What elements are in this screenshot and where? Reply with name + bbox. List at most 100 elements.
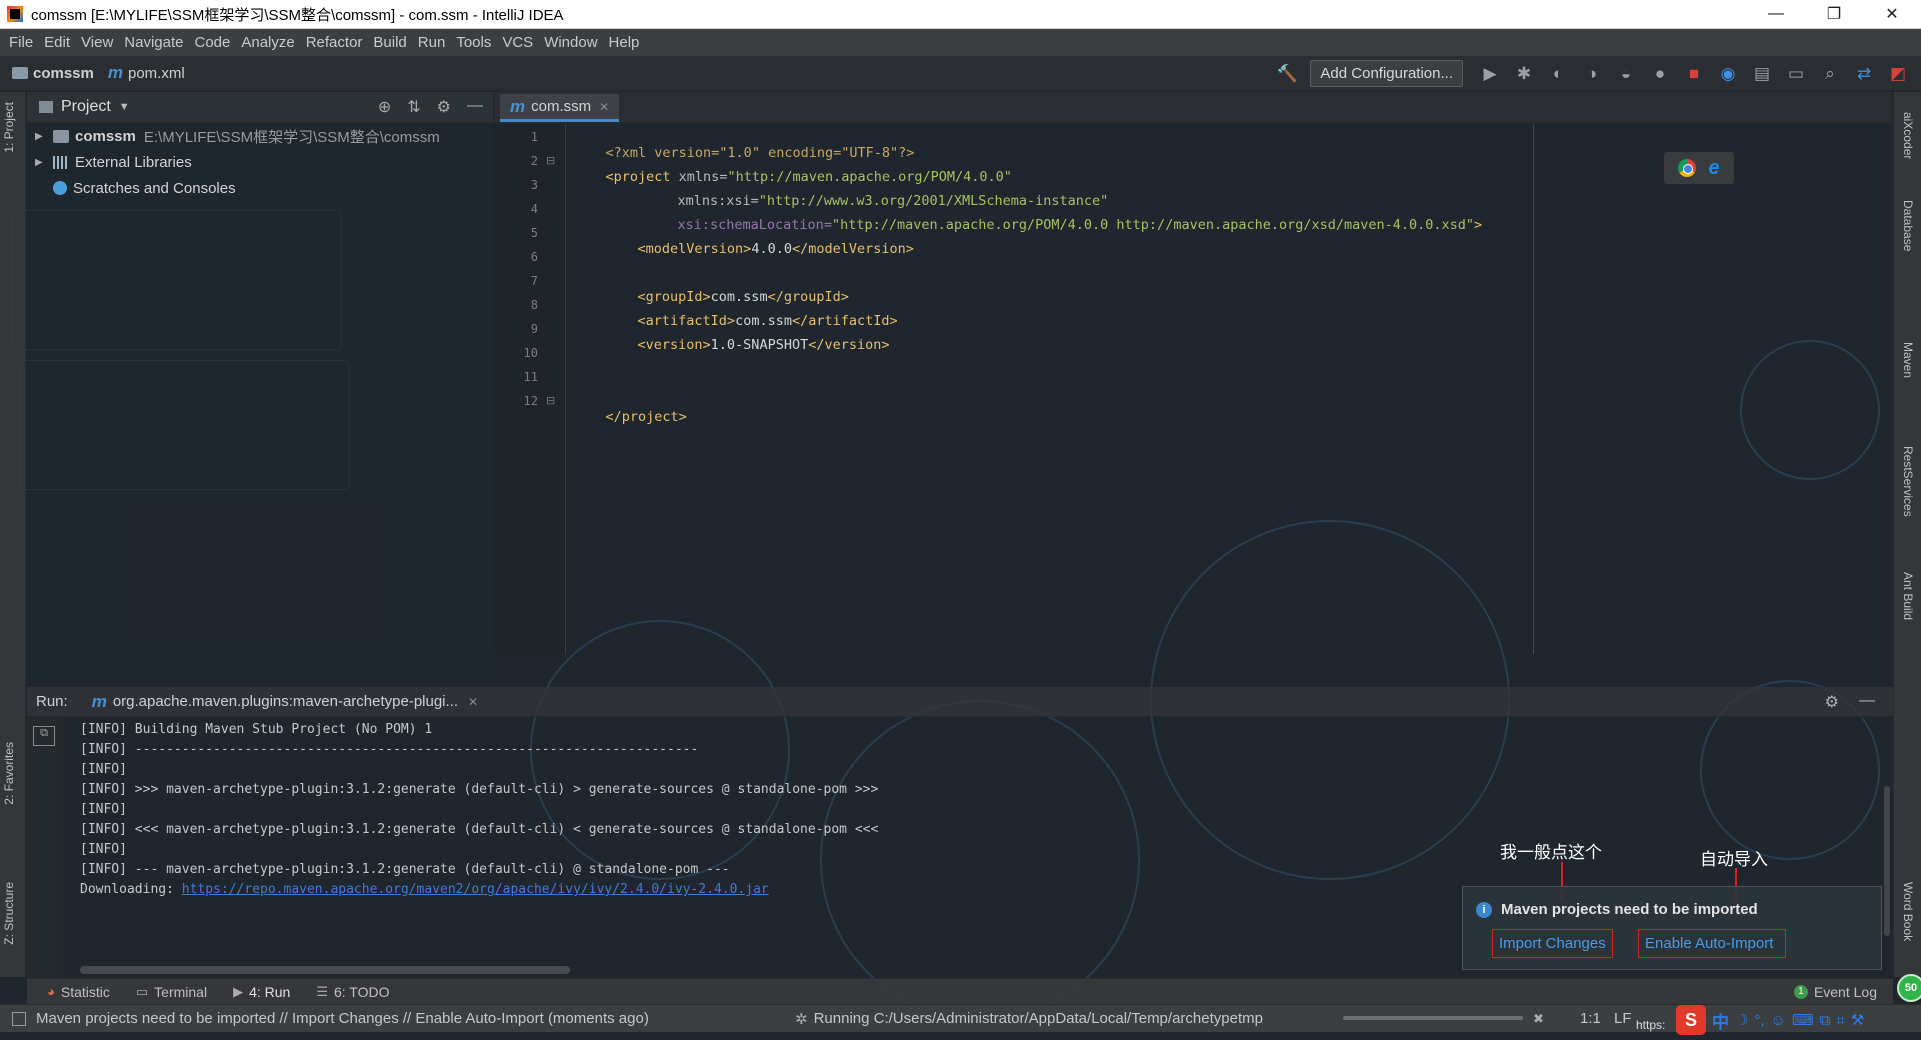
enable-auto-import-link[interactable]: Enable Auto-Import <box>1638 929 1787 958</box>
caret-position[interactable]: 1:1 <box>1580 1010 1601 1027</box>
tab-statistic[interactable]: ◕ Statistic <box>41 984 116 1000</box>
console-horizontal-scrollbar[interactable] <box>80 966 570 974</box>
code-token: "http://maven.apache.org/POM/4.0.0 http:… <box>831 217 1475 233</box>
menu-file[interactable]: File <box>4 34 38 51</box>
tab-project[interactable]: 1: Project <box>2 102 16 153</box>
emoji-icon[interactable]: ☺ <box>1771 1012 1786 1029</box>
close-button[interactable]: ✕ <box>1863 0 1921 29</box>
tab-terminal[interactable]: ▭ Terminal <box>130 984 213 1000</box>
profile-icon[interactable]: ◑ <box>1577 59 1607 89</box>
menu-run[interactable]: Run <box>413 34 451 51</box>
console-vertical-scrollbar[interactable] <box>1884 786 1890 936</box>
menu-analyze[interactable]: Analyze <box>236 34 299 51</box>
chevron-right-icon[interactable]: ▶ <box>35 157 49 168</box>
gear-icon[interactable]: ⚙ <box>437 97 451 117</box>
chevron-right-icon[interactable]: ▶ <box>35 131 49 142</box>
hide-icon[interactable]: — <box>467 97 483 117</box>
search-icon[interactable]: ⌕ <box>1815 59 1845 89</box>
plugin-icon[interactable]: ◩ <box>1883 59 1913 89</box>
keyboard-icon[interactable]: ⌨ <box>1792 1011 1814 1029</box>
menu-view[interactable]: View <box>76 34 118 51</box>
translate-icon[interactable]: ⇄ <box>1849 59 1879 89</box>
stop-icon[interactable]: ■ <box>1679 59 1709 89</box>
minimize-button[interactable]: — <box>1747 0 1805 29</box>
terminal-window-icon[interactable]: ▭ <box>1781 59 1811 89</box>
menu-code[interactable]: Code <box>189 34 235 51</box>
locate-icon[interactable]: ⊕ <box>378 97 391 117</box>
background-task[interactable]: ✲ Running C:/Users/Administrator/AppData/… <box>795 1010 1263 1028</box>
menu-refactor[interactable]: Refactor <box>301 34 368 51</box>
coverage-icon[interactable]: ◐ <box>1543 59 1573 89</box>
tree-item-external-libraries[interactable]: ▶ External Libraries <box>27 149 493 175</box>
ime-mode[interactable]: 中 <box>1712 1008 1729 1033</box>
download-link[interactable]: https://repo.maven.apache.org/maven2/org… <box>182 882 769 897</box>
line-separator[interactable]: LF <box>1614 1010 1632 1027</box>
moon-icon[interactable]: ☽ <box>1735 1011 1748 1029</box>
update-icon[interactable]: ◉ <box>1713 59 1743 89</box>
crop-icon[interactable]: ⌗ <box>1836 1012 1844 1029</box>
menu-build[interactable]: Build <box>368 34 411 51</box>
tab-aixcoder[interactable]: aiXcoder <box>1901 112 1915 159</box>
menu-edit[interactable]: Edit <box>39 34 75 51</box>
breadcrumb-file[interactable]: m pom.xml <box>94 63 185 83</box>
attach-icon[interactable]: ◒ <box>1611 59 1641 89</box>
tab-word-book[interactable]: Word Book <box>1901 882 1915 941</box>
cancel-task-icon[interactable]: ✖ <box>1533 1011 1544 1027</box>
debug-icon[interactable]: ✱ <box>1509 59 1539 89</box>
tab-favorites[interactable]: 2: Favorites <box>2 742 16 805</box>
chrome-icon[interactable] <box>1678 159 1697 177</box>
editor-tab-com-ssm[interactable]: m com.ssm ✕ <box>500 94 620 122</box>
gear-icon[interactable]: ⚙ <box>1825 692 1839 712</box>
intellij-logo-icon <box>7 6 23 22</box>
restore-layout-icon[interactable]: ⧉ <box>33 726 55 746</box>
tab-run[interactable]: ▶ 4: Run <box>227 984 296 1000</box>
close-icon[interactable]: ✕ <box>599 100 609 114</box>
import-changes-link[interactable]: Import Changes <box>1492 929 1613 958</box>
status-message[interactable]: Maven projects need to be imported // Im… <box>36 1010 649 1027</box>
fold-marker-icon[interactable]: ⊟ <box>546 394 555 407</box>
tools-icon[interactable]: ⚒ <box>1851 1011 1864 1029</box>
tab-ant-build[interactable]: Ant Build <box>1901 572 1915 620</box>
code-editor[interactable]: <?xml version="1.0" encoding="UTF-8"?> <… <box>573 124 1533 654</box>
internet-explorer-icon[interactable]: e <box>1708 157 1719 180</box>
line-number: 4 <box>530 202 538 216</box>
add-configuration-button[interactable]: Add Configuration... <box>1310 60 1463 87</box>
project-structure-icon[interactable]: ▤ <box>1747 59 1777 89</box>
code-line-12: </project> <box>573 393 687 441</box>
scratches-icon <box>53 181 67 195</box>
console-line: [INFO] <box>80 802 127 817</box>
menu-vcs[interactable]: VCS <box>497 34 538 51</box>
run-tab[interactable]: m org.apache.maven.plugins:maven-archety… <box>92 692 478 712</box>
tab-structure[interactable]: Z: Structure <box>2 882 16 945</box>
menu-tools[interactable]: Tools <box>451 34 496 51</box>
run-icon[interactable]: ▶ <box>1475 59 1505 89</box>
menu-navigate[interactable]: Navigate <box>119 34 188 51</box>
line-number: 7 <box>530 274 538 288</box>
chevron-down-icon[interactable]: ▼ <box>119 101 130 113</box>
tab-database[interactable]: Database <box>1901 200 1915 251</box>
hide-icon[interactable]: — <box>1859 692 1875 712</box>
tree-item-scratches[interactable]: Scratches and Consoles <box>27 175 493 201</box>
project-view-selector[interactable]: Project <box>61 98 111 116</box>
collapse-all-icon[interactable]: ⇅ <box>407 97 420 117</box>
breadcrumb-project[interactable]: comssm <box>0 65 94 82</box>
tab-maven[interactable]: Maven <box>1901 342 1915 378</box>
speed-badge[interactable]: 50 <box>1897 974 1921 1002</box>
menu-help[interactable]: Help <box>604 34 645 51</box>
toggle-tool-windows-icon[interactable] <box>12 1011 26 1026</box>
build-hammer-icon[interactable]: 🔨 <box>1272 59 1302 89</box>
punctuation-icon[interactable]: °, <box>1754 1012 1764 1029</box>
tab-todo[interactable]: ☰ 6: TODO <box>310 984 395 1000</box>
close-icon[interactable]: ✕ <box>468 695 478 709</box>
menu-window[interactable]: Window <box>539 34 602 51</box>
code-token: </version> <box>808 337 890 353</box>
fold-marker-icon[interactable]: ⊟ <box>546 154 555 167</box>
event-log-tab[interactable]: 1 Event Log <box>1793 984 1877 1000</box>
sogou-ime-icon[interactable]: S <box>1676 1005 1706 1035</box>
tree-item-comssm[interactable]: ▶ comssm E:\MYLIFE\SSM框架学习\SSM整合\comssm <box>27 123 493 149</box>
tab-restservices[interactable]: RestServices <box>1901 446 1915 517</box>
skin-icon[interactable]: ⧉ <box>1820 1012 1831 1029</box>
left-tool-strip: 1: Project 2: Favorites Z: Structure <box>0 92 26 977</box>
restore-button[interactable]: ❐ <box>1805 0 1863 29</box>
record-icon[interactable]: ● <box>1645 59 1675 89</box>
